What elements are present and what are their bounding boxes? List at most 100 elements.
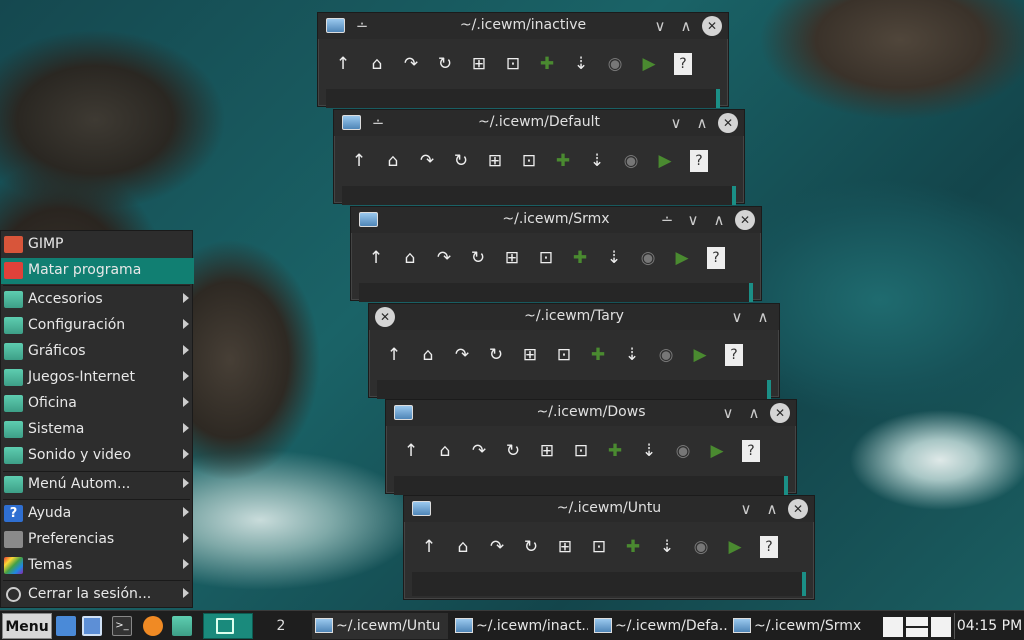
- sort-icon[interactable]: ⇣: [650, 534, 684, 560]
- reload-icon[interactable]: ↻: [496, 438, 530, 464]
- menu-button[interactable]: Menu: [2, 613, 52, 639]
- maximize-icon[interactable]: ∧: [709, 210, 729, 230]
- maximize-icon[interactable]: ∧: [692, 113, 712, 133]
- reload-icon[interactable]: ↻: [461, 245, 495, 271]
- menu-item-juegos-internet[interactable]: Juegos-Internet: [1, 365, 194, 391]
- terminal-icon[interactable]: ▶: [648, 148, 682, 174]
- back-icon[interactable]: ↷: [462, 438, 496, 464]
- window-list-icon[interactable]: [82, 616, 102, 636]
- clock[interactable]: 04:15 PM: [954, 613, 1024, 639]
- scrollbar[interactable]: [802, 572, 806, 596]
- up-icon[interactable]: ↑: [326, 51, 360, 77]
- workspace-2[interactable]: 2: [256, 613, 306, 639]
- terminal-icon[interactable]: ▶: [700, 438, 734, 464]
- task-default[interactable]: ~/.icewm/Defa...: [591, 613, 727, 639]
- eye-icon[interactable]: ◉: [614, 148, 648, 174]
- menu-item-graficos[interactable]: Gráficos: [1, 339, 194, 365]
- window-tary[interactable]: ✕ ~/.icewm/Tary ∨ ∧ ↑ ⌂ ↷ ↻ ⊞ ⊡ ✚ ⇣ ◉ ▶ …: [368, 303, 780, 399]
- back-icon[interactable]: ↷: [480, 534, 514, 560]
- back-icon[interactable]: ↷: [445, 342, 479, 368]
- add-icon[interactable]: ✚: [546, 148, 580, 174]
- title-bar[interactable]: ∸ ~/.icewm/Default ∨ ∧ ✕: [334, 110, 744, 136]
- sort-icon[interactable]: ⇣: [564, 51, 598, 77]
- scrollbar[interactable]: [716, 89, 720, 108]
- minimize-icon[interactable]: ∨: [650, 16, 670, 36]
- back-icon[interactable]: ↷: [394, 51, 428, 77]
- zoom-out-icon[interactable]: ⊡: [564, 438, 598, 464]
- scrollbar[interactable]: [732, 186, 736, 205]
- minimize-icon[interactable]: ∨: [683, 210, 703, 230]
- zoom-in-icon[interactable]: ⊞: [495, 245, 529, 271]
- title-bar[interactable]: ✕ ~/.icewm/Tary ∨ ∧: [369, 304, 779, 330]
- menu-item-ayuda[interactable]: ? Ayuda: [1, 501, 194, 527]
- add-icon[interactable]: ✚: [616, 534, 650, 560]
- terminal-icon[interactable]: >_: [112, 616, 132, 636]
- network-monitor-icon[interactable]: [906, 617, 928, 637]
- menu-item-oficina[interactable]: Oficina: [1, 391, 194, 417]
- eye-icon[interactable]: ◉: [649, 342, 683, 368]
- zoom-in-icon[interactable]: ⊞: [462, 51, 496, 77]
- path-bar[interactable]: [394, 476, 788, 495]
- shade-icon[interactable]: ∸: [657, 210, 677, 230]
- menu-item-accesorios[interactable]: Accesorios: [1, 287, 194, 313]
- help-icon[interactable]: ?: [707, 247, 725, 269]
- scrollbar[interactable]: [767, 380, 771, 399]
- menu-item-cerrar-sesion[interactable]: Cerrar la sesión...: [1, 582, 194, 608]
- menu-item-sistema[interactable]: Sistema: [1, 417, 194, 443]
- scrollbar[interactable]: [749, 283, 753, 302]
- path-bar[interactable]: [359, 283, 753, 302]
- path-bar[interactable]: [412, 572, 806, 596]
- up-icon[interactable]: ↑: [342, 148, 376, 174]
- maximize-icon[interactable]: ∧: [753, 307, 773, 327]
- terminal-icon[interactable]: ▶: [683, 342, 717, 368]
- close-icon[interactable]: ✕: [788, 499, 808, 519]
- close-icon[interactable]: ✕: [770, 403, 790, 423]
- help-icon[interactable]: ?: [674, 53, 692, 75]
- sort-icon[interactable]: ⇣: [632, 438, 666, 464]
- minimize-icon[interactable]: ∨: [718, 403, 738, 423]
- title-bar[interactable]: ~/.icewm/Srmx ∸ ∨ ∧ ✕: [351, 207, 761, 233]
- zoom-out-icon[interactable]: ⊡: [496, 51, 530, 77]
- sort-icon[interactable]: ⇣: [597, 245, 631, 271]
- menu-item-sonido-video[interactable]: Sonido y video: [1, 443, 194, 469]
- reload-icon[interactable]: ↻: [444, 148, 478, 174]
- home-icon[interactable]: ⌂: [360, 51, 394, 77]
- zoom-in-icon[interactable]: ⊞: [530, 438, 564, 464]
- up-icon[interactable]: ↑: [394, 438, 428, 464]
- add-icon[interactable]: ✚: [563, 245, 597, 271]
- add-icon[interactable]: ✚: [598, 438, 632, 464]
- window-inactive[interactable]: ∸ ~/.icewm/inactive ∨ ∧ ✕ ↑ ⌂ ↷ ↻ ⊞ ⊡ ✚ …: [317, 12, 729, 108]
- path-bar[interactable]: [377, 380, 771, 399]
- help-icon[interactable]: ?: [725, 344, 743, 366]
- path-bar[interactable]: [326, 89, 720, 108]
- firefox-icon[interactable]: [143, 616, 163, 636]
- close-icon[interactable]: ✕: [702, 16, 722, 36]
- zoom-in-icon[interactable]: ⊞: [548, 534, 582, 560]
- zoom-in-icon[interactable]: ⊞: [478, 148, 512, 174]
- zoom-out-icon[interactable]: ⊡: [512, 148, 546, 174]
- home-icon[interactable]: ⌂: [393, 245, 427, 271]
- home-icon[interactable]: ⌂: [428, 438, 462, 464]
- add-icon[interactable]: ✚: [530, 51, 564, 77]
- reload-icon[interactable]: ↻: [514, 534, 548, 560]
- desktop-icon[interactable]: [56, 616, 76, 636]
- maximize-icon[interactable]: ∧: [676, 16, 696, 36]
- zoom-out-icon[interactable]: ⊡: [547, 342, 581, 368]
- window-untu[interactable]: ~/.icewm/Untu ∨ ∧ ✕ ↑ ⌂ ↷ ↻ ⊞ ⊡ ✚ ⇣ ◉ ▶ …: [403, 495, 815, 600]
- window-srmx[interactable]: ~/.icewm/Srmx ∸ ∨ ∧ ✕ ↑ ⌂ ↷ ↻ ⊞ ⊡ ✚ ⇣ ◉ …: [350, 206, 762, 302]
- sort-icon[interactable]: ⇣: [615, 342, 649, 368]
- sort-icon[interactable]: ⇣: [580, 148, 614, 174]
- window-dows[interactable]: ~/.icewm/Dows ∨ ∧ ✕ ↑ ⌂ ↷ ↻ ⊞ ⊡ ✚ ⇣ ◉ ▶ …: [385, 399, 797, 495]
- help-icon[interactable]: ?: [742, 440, 760, 462]
- menu-item-configuracion[interactable]: Configuración: [1, 313, 194, 339]
- task-srmx[interactable]: ~/.icewm/Srmx: [730, 613, 866, 639]
- scrollbar[interactable]: [784, 476, 788, 495]
- task-untu[interactable]: ~/.icewm/Untu: [312, 613, 448, 639]
- minimize-icon[interactable]: ∨: [736, 499, 756, 519]
- add-icon[interactable]: ✚: [581, 342, 615, 368]
- help-icon[interactable]: ?: [690, 150, 708, 172]
- eye-icon[interactable]: ◉: [666, 438, 700, 464]
- close-icon[interactable]: ✕: [735, 210, 755, 230]
- zoom-out-icon[interactable]: ⊡: [529, 245, 563, 271]
- menu-item-gimp[interactable]: GIMP: [1, 232, 194, 258]
